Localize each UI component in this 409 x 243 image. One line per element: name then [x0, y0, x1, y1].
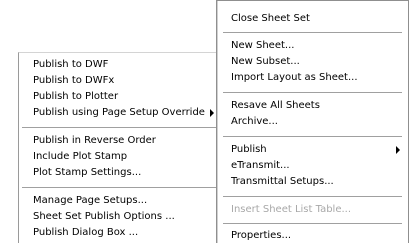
menu-separator	[223, 223, 402, 224]
menu-item-manage-page-setups[interactable]: Manage Page Setups...	[19, 193, 226, 209]
menu-separator	[22, 187, 223, 188]
menu-item-insert-sheet-list-table: Insert Sheet List Table...	[231, 204, 352, 215]
menu-item-new-sheet[interactable]: New Sheet...	[217, 38, 408, 54]
menu-separator	[223, 92, 402, 93]
menu-item-properties[interactable]: Properties...	[217, 228, 408, 243]
menu-separator	[223, 32, 402, 33]
menu-item-resave-all-sheets[interactable]: Resave All Sheets	[217, 98, 408, 114]
publish-submenu: Publish to DWF Publish to DWFx Publish t…	[18, 52, 226, 243]
menu-item-transmittal-setups[interactable]: Transmittal Setups...	[217, 174, 408, 190]
menu-separator	[22, 127, 223, 128]
menu-item-label: Publish using Page Setup Override	[33, 107, 205, 118]
menu-item-include-plot-stamp[interactable]: Include Plot Stamp	[19, 149, 226, 165]
submenu-arrow-icon	[396, 146, 400, 154]
menu-item-publish-reverse-order[interactable]: Publish in Reverse Order	[19, 133, 226, 149]
menu-item-sheet-set-publish-options[interactable]: Sheet Set Publish Options ...	[19, 209, 226, 225]
sheet-set-context-menu: Close Sheet Set New Sheet... New Subset.…	[216, 0, 409, 243]
submenu-arrow-icon	[210, 109, 214, 117]
menu-item-publish-to-dwf[interactable]: Publish to DWF	[19, 57, 226, 73]
menu-item-publish-to-plotter[interactable]: Publish to Plotter	[19, 89, 226, 105]
menu-item-etransmit[interactable]: eTransmit...	[217, 158, 408, 174]
menu-item-publish-page-setup-override[interactable]: Publish using Page Setup Override	[19, 105, 226, 121]
menu-item-publish-to-dwfx[interactable]: Publish to DWFx	[19, 73, 226, 89]
menu-separator	[223, 136, 402, 137]
menu-item-label: Publish	[231, 144, 267, 155]
menu-item-new-subset[interactable]: New Subset...	[217, 54, 408, 70]
menu-separator	[223, 196, 402, 197]
menu-item-plot-stamp-settings[interactable]: Plot Stamp Settings...	[19, 165, 226, 181]
menu-item-archive[interactable]: Archive...	[217, 114, 408, 130]
menu-item-publish-dialog-box[interactable]: Publish Dialog Box ...	[19, 225, 226, 241]
menu-item-close-sheet-set[interactable]: Close Sheet Set	[217, 11, 408, 27]
menu-item-import-layout-as-sheet[interactable]: Import Layout as Sheet...	[217, 70, 408, 86]
menu-item-publish[interactable]: Publish	[217, 142, 408, 158]
